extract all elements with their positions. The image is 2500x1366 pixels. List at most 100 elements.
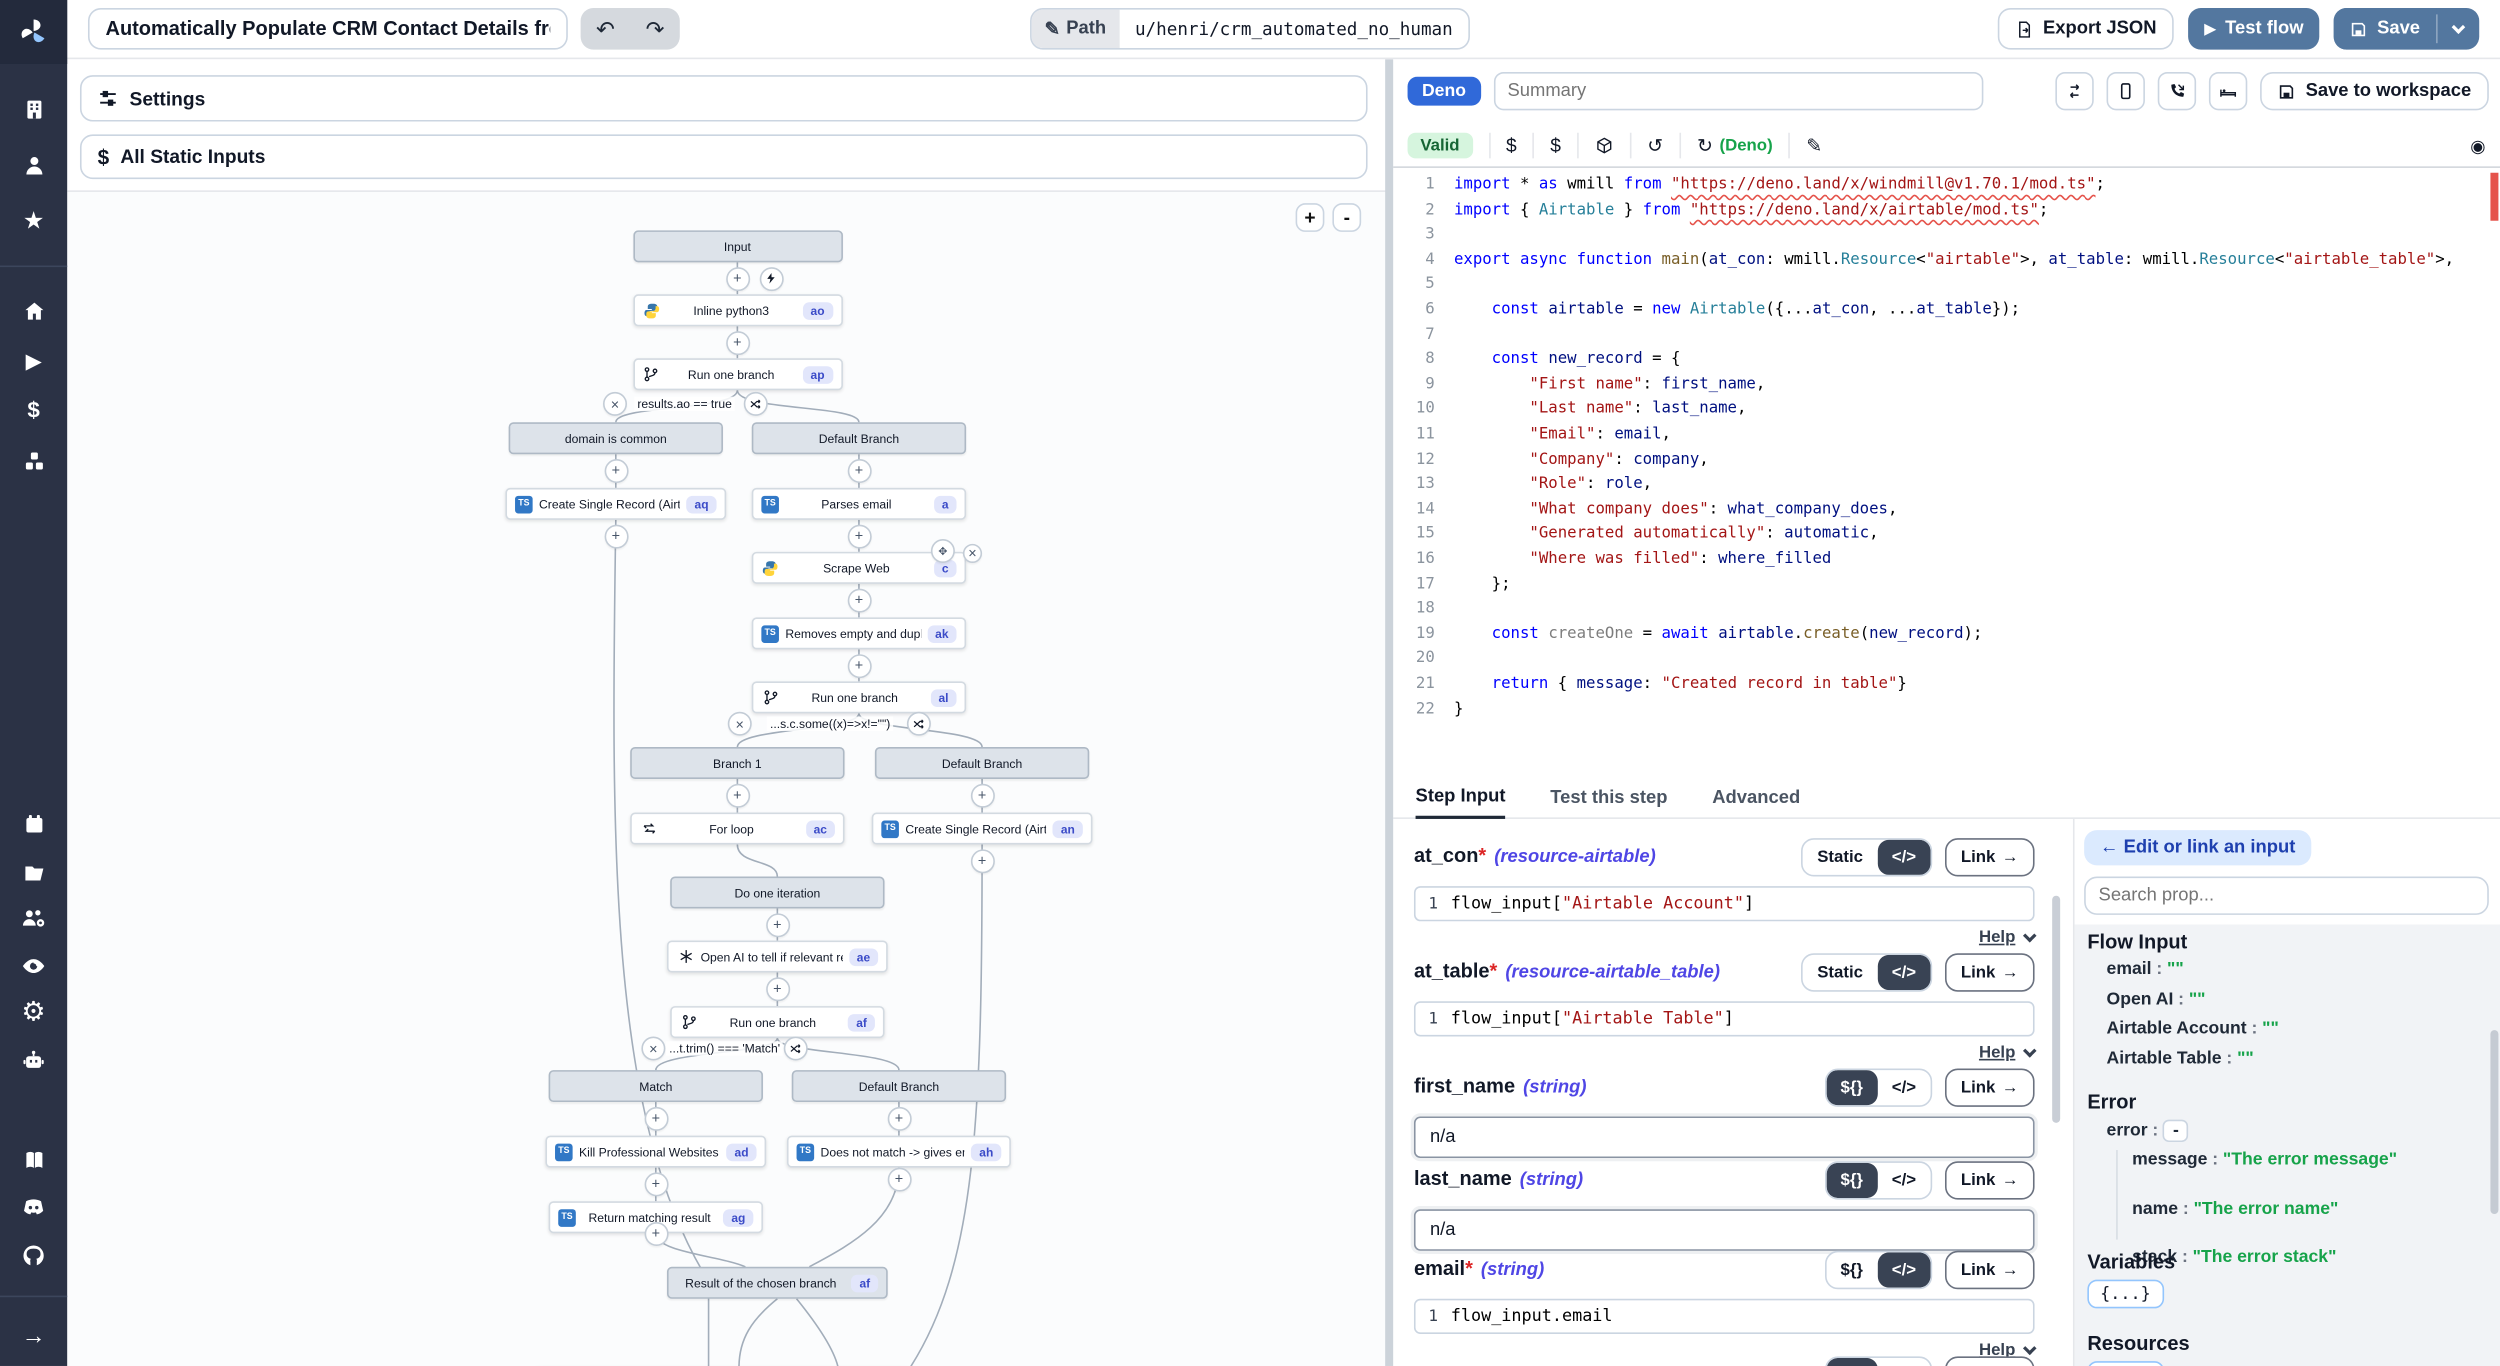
add-branch-icon[interactable]: [784, 1036, 808, 1060]
insert-step-button[interactable]: +: [725, 783, 749, 807]
flow-graph-canvas[interactable]: + - InputInline python3aoRun one brancha…: [67, 190, 1390, 1366]
undo-icon[interactable]: ↺: [1647, 134, 1663, 156]
remove-node-icon[interactable]: ×: [963, 544, 982, 563]
prop-item-airtable-account[interactable]: Airtable Account:"": [2107, 1019, 2279, 1038]
flow-node-run-one-branch[interactable]: Run one branchap: [633, 358, 843, 390]
windmill-logo-icon[interactable]: [0, 0, 67, 64]
prop-item-name[interactable]: name:"The error name": [2132, 1199, 2397, 1218]
flow-node-default-branch[interactable]: Default Branch: [792, 1070, 1006, 1102]
field-code-email[interactable]: 1flow_input.email: [1414, 1299, 2035, 1334]
sidebar-item-person[interactable]: [0, 141, 67, 189]
tab-step-input[interactable]: Step Input: [1416, 787, 1506, 819]
insert-step-button[interactable]: +: [644, 1106, 668, 1130]
insert-step-button[interactable]: +: [970, 849, 994, 873]
redo-button[interactable]: ↷: [630, 8, 680, 50]
prop-item-airtable-table[interactable]: Airtable Table:"": [2107, 1048, 2254, 1067]
toggle-segment-static[interactable]: Static: [1803, 955, 1878, 990]
sidebar-item-book[interactable]: [0, 1136, 67, 1184]
save-button[interactable]: Save: [2334, 8, 2436, 50]
insert-step-button[interactable]: +: [644, 1221, 668, 1245]
sidebar-item-dollar[interactable]: $: [0, 385, 67, 433]
flow-node-removes-empty-and-duplicates[interactable]: TSRemoves empty and duplicatesak: [752, 617, 966, 649]
sidebar-item-eye[interactable]: [0, 942, 67, 990]
save-dropdown-button[interactable]: [2438, 8, 2480, 50]
code-editor[interactable]: 1import * as wmill from "https://deno.la…: [1393, 168, 2500, 779]
toggle-segment-code[interactable]: </>: [1877, 1163, 1930, 1198]
insert-step-button[interactable]: +: [765, 913, 789, 937]
insert-step-button[interactable]: +: [847, 458, 871, 482]
edit-or-link-input-button[interactable]: ← Edit or link an input: [2084, 830, 2311, 865]
insert-step-button[interactable]: +: [644, 1172, 668, 1196]
toggle-segment-static[interactable]: Static: [1803, 840, 1878, 875]
toggle-segment-code[interactable]: </>: [1877, 955, 1930, 990]
all-static-inputs-row[interactable]: $ All Static Inputs: [80, 134, 1368, 179]
field-code-at_con[interactable]: 1flow_input["Airtable Account"]: [1414, 886, 2035, 921]
link-button[interactable]: Link→: [1945, 953, 2035, 991]
remove-branch-icon[interactable]: ×: [641, 1036, 665, 1060]
sidebar-item-calendar[interactable]: [0, 800, 67, 848]
flow-node-parses-email[interactable]: TSParses emaila: [752, 488, 966, 520]
sidebar-item-play[interactable]: ▶: [0, 336, 67, 384]
sidebar-item-folder[interactable]: [0, 848, 67, 896]
field-code-at_table[interactable]: 1flow_input["Airtable Table"]: [1414, 1001, 2035, 1036]
sidebar-item-user-group[interactable]: [0, 894, 67, 942]
summary-input[interactable]: [1493, 72, 1982, 110]
sidebar-item-arrow-right[interactable]: →: [0, 1312, 67, 1360]
help-link[interactable]: Help: [1979, 1043, 2035, 1062]
settings-row[interactable]: Settings: [80, 75, 1368, 121]
toggle-segment-code[interactable]: </>: [1877, 1070, 1930, 1105]
field-input-last_name[interactable]: [1414, 1209, 2035, 1251]
flow-title-input[interactable]: [88, 8, 568, 50]
flow-node-do-one-iteration[interactable]: Do one iteration: [670, 877, 884, 909]
sidebar-item-building[interactable]: [0, 85, 67, 133]
prop-panel-scrollbar[interactable]: [2490, 1030, 2498, 1214]
prop-item-email[interactable]: email:"": [2107, 960, 2184, 979]
insert-step-button[interactable]: +: [847, 653, 871, 677]
link-button[interactable]: Link→: [1945, 1161, 2035, 1199]
sidebar-item-github[interactable]: [0, 1232, 67, 1280]
sidebar-item-star[interactable]: ★: [0, 197, 67, 245]
sleep-step-button[interactable]: [2210, 72, 2248, 110]
sidebar-item-gear[interactable]: ⚙: [0, 988, 67, 1036]
prop-item-error-root[interactable]: error:-: [2107, 1120, 2189, 1142]
add-branch-icon[interactable]: [907, 712, 931, 736]
toggle-segment-code[interactable]: </>: [1877, 1358, 1930, 1366]
flow-node-default-branch[interactable]: Default Branch: [752, 422, 966, 454]
format-brush-icon[interactable]: ✎: [1806, 134, 1822, 156]
insert-step-button[interactable]: +: [847, 588, 871, 612]
sidebar-item-robot[interactable]: [0, 1036, 67, 1084]
flow-node-inline-python3[interactable]: Inline python3ao: [633, 294, 843, 326]
insert-step-button[interactable]: +: [604, 524, 628, 548]
sidebar-item-discord[interactable]: [0, 1184, 67, 1232]
prop-item-open-ai[interactable]: Open AI:"": [2107, 989, 2206, 1008]
flow-node-for-loop[interactable]: For loopac: [630, 813, 844, 845]
flow-node-match[interactable]: Match: [549, 1070, 763, 1102]
flow-node-default-branch[interactable]: Default Branch: [875, 747, 1089, 779]
insert-step-button[interactable]: +: [725, 266, 749, 290]
insert-step-button[interactable]: +: [970, 783, 994, 807]
toggle-segment-template[interactable]: ${}: [1826, 1070, 1877, 1105]
sidebar-item-home[interactable]: [0, 286, 67, 334]
undo-button[interactable]: ↶: [581, 8, 631, 50]
toggle-segment-template[interactable]: ${}: [1826, 1358, 1877, 1366]
export-json-button[interactable]: Export JSON: [1998, 8, 2174, 50]
save-to-workspace-button[interactable]: Save to workspace: [2261, 72, 2489, 110]
package-icon[interactable]: [1595, 136, 1614, 155]
language-badge[interactable]: Deno: [1408, 77, 1481, 106]
test-flow-button[interactable]: ▶ Test flow: [2188, 8, 2319, 50]
prop-item-message[interactable]: message:"The error message": [2132, 1150, 2397, 1169]
link-button[interactable]: Link→: [1945, 1251, 2035, 1289]
flow-node-open-ai-to-tell-if-relevant-result[interactable]: Open AI to tell if relevant resultae: [667, 941, 888, 973]
tab-test-this-step[interactable]: Test this step: [1550, 789, 1667, 818]
reload-language-button[interactable]: ↻ (Deno): [1697, 134, 1773, 156]
zoom-out-button[interactable]: -: [1332, 203, 1361, 232]
insert-step-button[interactable]: +: [887, 1167, 911, 1191]
toggle-segment-template[interactable]: ${}: [1826, 1163, 1877, 1198]
flow-node-branch-1[interactable]: Branch 1: [630, 747, 844, 779]
flow-node-domain-is-common[interactable]: domain is common: [509, 422, 723, 454]
resources-object-chip[interactable]: {...}: [2087, 1361, 2163, 1366]
mobile-preview-button[interactable]: [2107, 72, 2145, 110]
collapse-button[interactable]: -: [2163, 1120, 2189, 1142]
flow-node-run-one-branch[interactable]: Run one branchaf: [670, 1006, 884, 1038]
step-pane-scrollbar[interactable]: [2052, 896, 2060, 1123]
